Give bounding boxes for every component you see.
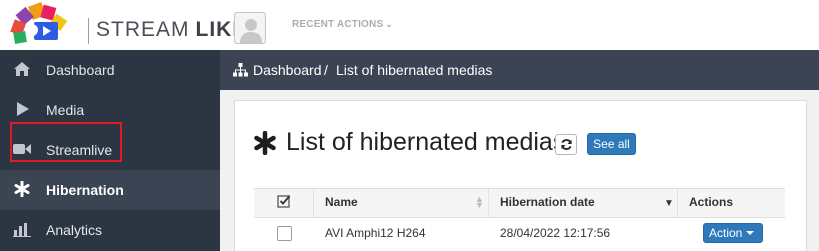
row-checkbox[interactable] xyxy=(277,226,292,241)
row-name: AVI Amphi12 H264 xyxy=(325,226,426,240)
sidebar-item-analytics[interactable]: Analytics xyxy=(0,210,220,250)
action-label: Action xyxy=(709,226,743,240)
bar-chart-icon xyxy=(12,221,32,239)
logo-divider xyxy=(88,18,89,44)
recent-actions-label: RECENT ACTIONS xyxy=(292,19,384,30)
sidebar-item-dashboard[interactable]: Dashboard xyxy=(0,50,220,90)
page-title: List of hibernated medias xyxy=(286,128,566,156)
user-avatar[interactable] xyxy=(234,12,266,44)
brand-name: STREAM LIKE xyxy=(96,18,247,42)
column-header-name[interactable]: Name xyxy=(325,195,358,209)
brand-light: STREAM xyxy=(96,18,190,41)
top-header: STREAM LIKE RECENT ACTIONS ⌄ xyxy=(0,0,819,50)
recent-actions-menu[interactable]: RECENT ACTIONS ⌄ xyxy=(292,19,393,30)
sort-descending-icon[interactable]: ▼ xyxy=(664,198,674,209)
sort-icon[interactable]: ▲ ▼ xyxy=(475,195,484,210)
asterisk-icon xyxy=(12,180,32,199)
caret-down-icon xyxy=(746,231,755,235)
breadcrumb-home-link[interactable]: Dashboard xyxy=(253,62,322,78)
sidebar-item-label: Media xyxy=(46,102,85,118)
user-icon xyxy=(240,19,262,43)
refresh-button[interactable] xyxy=(555,134,577,155)
row-hibernation-date: 28/04/2022 12:17:56 xyxy=(500,226,611,240)
play-icon xyxy=(12,101,32,119)
asterisk-icon xyxy=(253,130,277,161)
breadcrumb: Dashboard / List of hibernated medias xyxy=(220,50,819,90)
chevron-down-icon: ⌄ xyxy=(385,19,394,29)
home-icon xyxy=(12,61,32,79)
column-header-hibernation-date[interactable]: Hibernation date xyxy=(500,195,595,209)
highlight-box xyxy=(10,122,122,162)
sidebar-item-label: Dashboard xyxy=(46,62,115,78)
refresh-icon xyxy=(561,139,572,150)
sitemap-icon xyxy=(233,63,248,77)
streamlike-logo[interactable] xyxy=(8,2,78,48)
sidebar-item-hibernation[interactable]: Hibernation xyxy=(0,170,220,210)
select-all-checkbox-icon[interactable] xyxy=(277,194,291,208)
action-dropdown-button[interactable]: Action xyxy=(703,223,763,243)
sidebar-item-label: Hibernation xyxy=(46,182,124,198)
see-all-button[interactable]: See all xyxy=(587,133,636,155)
breadcrumb-current: List of hibernated medias xyxy=(336,62,493,78)
sidebar-item-label: Analytics xyxy=(46,222,103,238)
column-header-actions: Actions xyxy=(689,195,734,209)
breadcrumb-separator: / xyxy=(324,62,328,78)
